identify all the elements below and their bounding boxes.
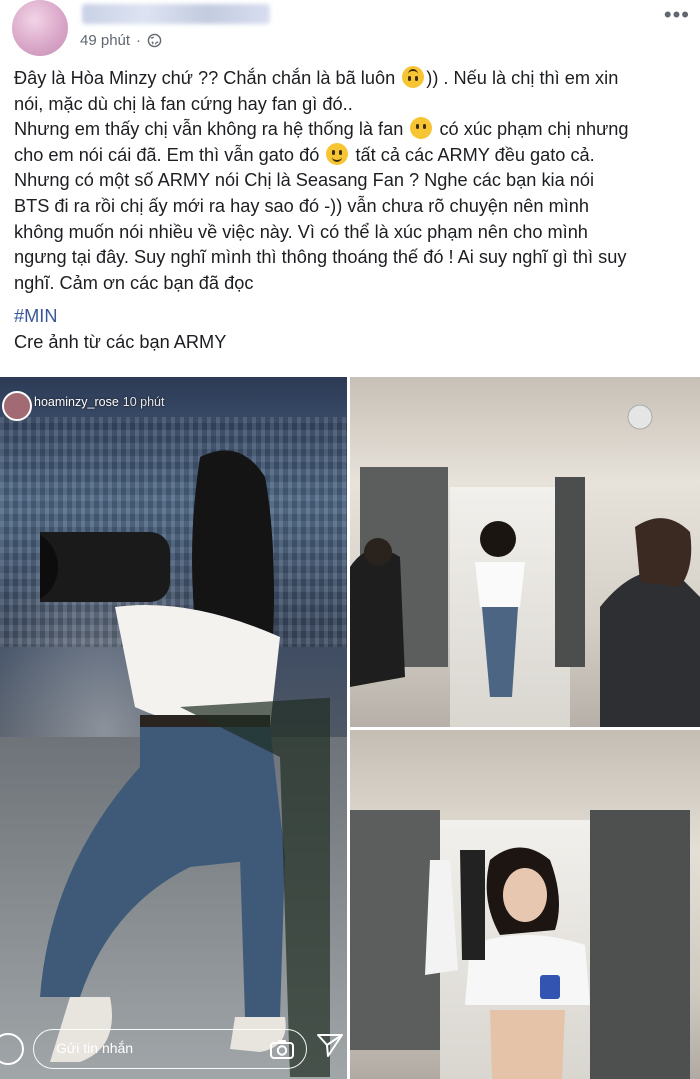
post-meta: 49 phút ·	[80, 30, 162, 50]
more-options-icon[interactable]: •••	[664, 2, 690, 28]
text-segment: có xúc phạm chị nhưng	[439, 119, 629, 140]
upside-down-face-emoji-icon	[402, 66, 425, 88]
post-header: 49 phút · •••	[0, 0, 700, 60]
author-name-blurred[interactable]	[82, 4, 270, 24]
photo-instagram-story[interactable]: hoaminzy_rose 10 phút Gửi tin nhắn	[0, 377, 347, 1079]
story-username[interactable]: hoaminzy_rose	[34, 395, 119, 409]
post-line: không muốn nói nhiều về việc này. Vì có …	[14, 221, 588, 242]
smiling-face-emoji-icon	[326, 142, 349, 165]
photo-hallway-top[interactable]	[350, 377, 700, 727]
post-line: Đây là Hòa Minzy chứ ?? Chắn chắn là bã …	[14, 66, 690, 92]
story-message-input[interactable]: Gửi tin nhắn	[33, 1029, 307, 1069]
hashtag-link[interactable]: #MIN	[14, 304, 690, 330]
text-segment: )) . Nếu là chị thì em xin	[426, 68, 619, 88]
story-time: 10 phút	[122, 395, 165, 409]
story-reply-bar: Gửi tin nhắn	[0, 1019, 347, 1079]
neutral-face-emoji-icon	[410, 117, 433, 140]
story-avatar[interactable]	[2, 391, 32, 421]
text-segment: Đây là Hòa Minzy chứ ?? Chắn chắn là bã …	[14, 68, 396, 88]
post-line: Nhưng có một số ARMY nói Chị là Seasang …	[14, 170, 595, 191]
story-header: hoaminzy_rose 10 phút	[0, 391, 347, 431]
post-line: nghĩ. Cảm ơn các bạn đã đọc	[14, 272, 254, 293]
credit-line: Cre ảnh từ các bạn ARMY	[14, 331, 227, 352]
text-segment: tất cả các ARMY đều gato cả.	[355, 144, 595, 165]
post-line: nói, mặc dù chị là fan cứng hay fan gì đ…	[14, 93, 353, 114]
message-placeholder: Gửi tin nhắn	[56, 1040, 134, 1056]
post-line: Nhưng em thấy chị vẫn không ra hệ thống …	[14, 117, 690, 143]
photo-hallway-bottom[interactable]	[350, 730, 700, 1079]
post-time[interactable]: 49 phút	[80, 32, 130, 49]
camera-icon[interactable]	[270, 1039, 294, 1059]
hallway-people	[425, 847, 590, 1079]
text-segment: Nhưng em thấy chị vẫn không ra hệ thống …	[14, 119, 404, 140]
seated-photographer-figure	[40, 450, 330, 1077]
hallway-people	[350, 404, 700, 727]
text-segment: cho em nói cái đã. Em thì vẫn gato đó	[14, 144, 320, 165]
separator-dot: ·	[136, 31, 142, 49]
author-avatar[interactable]	[12, 0, 68, 56]
camera-circle-icon[interactable]	[0, 1033, 24, 1065]
post-line: BTS đi ra rồi chị ấy mới ra hay sao đó -…	[14, 195, 590, 216]
post-line: ngưng tại đây. Suy nghĩ mình thì thông t…	[14, 247, 627, 268]
post-line: cho em nói cái đã. Em thì vẫn gato đó tấ…	[14, 142, 690, 169]
globe-icon	[147, 33, 162, 47]
photo-grid[interactable]: hoaminzy_rose 10 phút Gửi tin nhắn	[0, 377, 700, 1079]
post-text: Đây là Hòa Minzy chứ ?? Chắn chắn là bã …	[14, 66, 690, 356]
send-icon[interactable]	[316, 1032, 344, 1058]
